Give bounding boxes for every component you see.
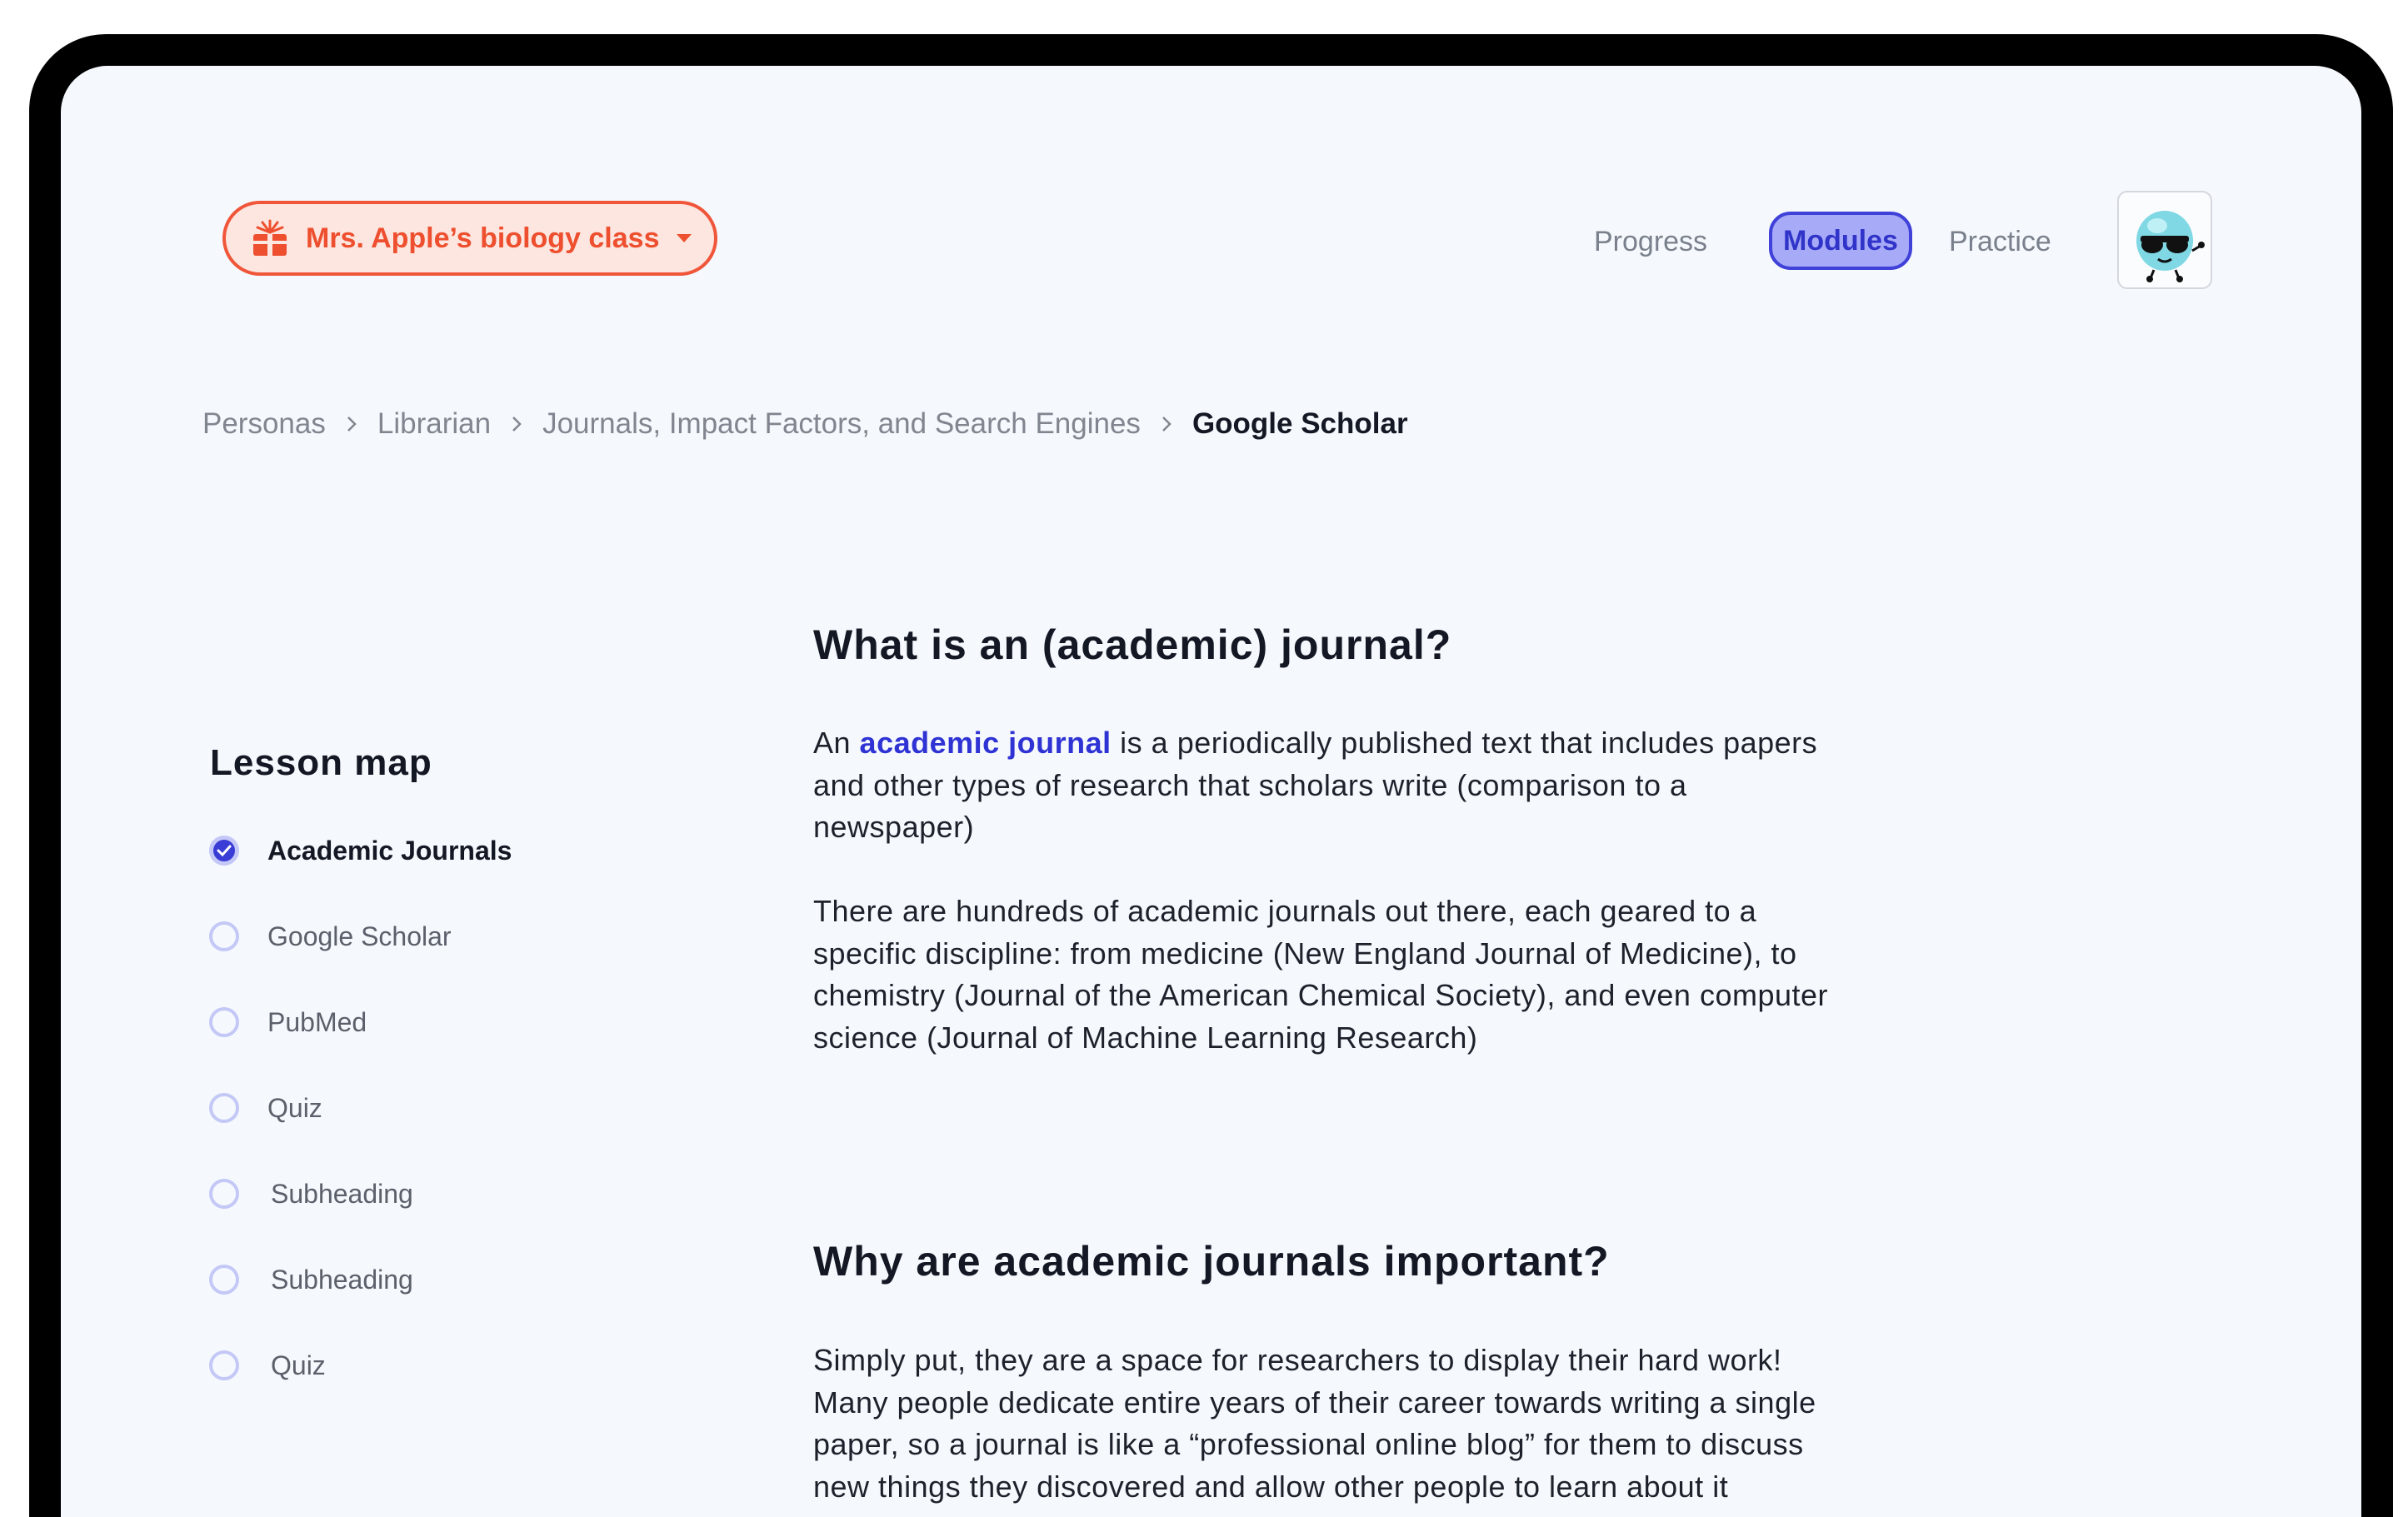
empty-circle-icon (209, 1265, 239, 1295)
empty-circle-icon (209, 1179, 239, 1209)
breadcrumb-personas[interactable]: Personas (202, 407, 326, 441)
empty-circle-icon (209, 1350, 239, 1380)
lesson-item-label: PubMed (267, 1006, 367, 1037)
empty-circle-icon (209, 1007, 239, 1037)
breadcrumb: Personas Librarian Journals, Impact Fact… (202, 399, 1408, 449)
nav-practice[interactable]: Practice (1949, 212, 2051, 271)
lesson-item-quiz[interactable]: Quiz (209, 1345, 326, 1386)
lesson-item-subheading[interactable]: Subheading (209, 1259, 413, 1300)
chevron-right-icon (512, 417, 522, 432)
nav-modules[interactable]: Modules (1769, 212, 1912, 270)
chevron-right-icon (1162, 417, 1172, 432)
mascot-avatar-icon (2136, 211, 2205, 282)
gift-icon (253, 219, 287, 256)
caret-down-icon (676, 234, 692, 242)
lesson-item-google-scholar[interactable]: Google Scholar (209, 916, 452, 957)
lesson-map-title: Lesson map (210, 742, 432, 783)
lesson-item-label: Subheading (271, 1264, 413, 1295)
lesson-item-academic-journals[interactable]: Academic Journals (209, 830, 512, 871)
empty-circle-icon (209, 1093, 239, 1123)
empty-circle-icon (209, 921, 239, 951)
app-screen: Mrs. Apple’s biology class Progress Modu… (61, 66, 2361, 1517)
lesson-item-label: Academic Journals (267, 835, 512, 866)
section-heading: What is an (academic) journal? (813, 621, 1452, 668)
avatar[interactable] (2117, 191, 2212, 289)
paragraph-text: An (813, 726, 860, 760)
lesson-item-subheading[interactable]: Subheading (209, 1173, 413, 1215)
section-paragraph: Simply put, they are a space for researc… (813, 1343, 1816, 1504)
academic-journal-link[interactable]: academic journal (860, 726, 1112, 760)
breadcrumb-librarian[interactable]: Librarian (377, 407, 491, 441)
lesson-item-label: Google Scholar (267, 921, 452, 951)
lesson-item-label: Quiz (271, 1350, 326, 1380)
breadcrumb-current: Google Scholar (1192, 407, 1408, 440)
lesson-item-label: Subheading (271, 1178, 413, 1209)
class-selector[interactable]: Mrs. Apple’s biology class (222, 201, 717, 276)
lesson-item-quiz[interactable]: Quiz (209, 1087, 322, 1129)
class-selector-label: Mrs. Apple’s biology class (306, 222, 660, 254)
device-frame: Mrs. Apple’s biology class Progress Modu… (29, 34, 2393, 1517)
section-paragraph: There are hundreds of academic journals … (813, 894, 1829, 1055)
nav-progress[interactable]: Progress (1594, 212, 1707, 271)
section-heading: Why are academic journals important? (813, 1238, 1610, 1285)
breadcrumb-module[interactable]: Journals, Impact Factors, and Search Eng… (542, 407, 1141, 441)
section-paragraph: An academic journal is a periodically pu… (813, 722, 1838, 849)
lesson-item-pubmed[interactable]: PubMed (209, 1001, 367, 1043)
chevron-right-icon (347, 417, 357, 432)
check-circle-icon (209, 836, 239, 866)
lesson-item-label: Quiz (267, 1092, 322, 1123)
